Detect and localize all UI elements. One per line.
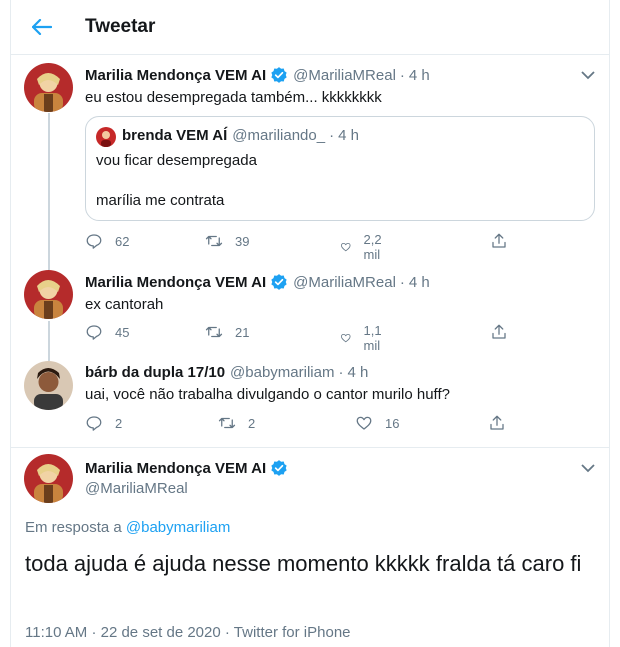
- retweet-count: 39: [235, 233, 250, 249]
- like-button[interactable]: 2,2 mil: [340, 232, 388, 262]
- author-handle[interactable]: @babymariliam: [230, 364, 334, 381]
- reply-button[interactable]: 45: [85, 323, 129, 341]
- chevron-down-icon[interactable]: [579, 459, 597, 477]
- tweet-text: ex cantorah: [85, 296, 164, 313]
- reply-count: 62: [115, 233, 130, 249]
- reply-prefix: Em resposta a: [25, 519, 126, 536]
- like-button[interactable]: 16: [355, 414, 399, 432]
- reply-icon: [86, 325, 102, 340]
- reply-icon: [86, 234, 102, 249]
- back-arrow-icon[interactable]: [29, 14, 55, 40]
- like-icon: [356, 416, 372, 430]
- avatar[interactable]: [24, 270, 73, 319]
- author-name[interactable]: Marilia Mendonça VEM AI: [85, 67, 266, 84]
- tweet-time[interactable]: 4 h: [409, 274, 430, 291]
- chevron-down-icon[interactable]: [579, 66, 597, 84]
- tweet-text: uai, você não trabalha divulgando o cant…: [85, 386, 450, 403]
- retweet-button[interactable]: 2: [218, 414, 255, 432]
- share-icon: [490, 415, 504, 430]
- author-handle[interactable]: @MariliaMReal: [293, 274, 396, 291]
- reply-button[interactable]: 62: [85, 232, 129, 250]
- divider: [11, 447, 609, 448]
- like-count: 1,1 mil: [363, 323, 382, 353]
- like-icon: [341, 242, 351, 252]
- like-count: 16: [385, 415, 400, 431]
- quoted-author-handle: @mariliando_: [232, 127, 326, 144]
- tweet-timestamp[interactable]: 11:10 AM: [25, 624, 87, 641]
- share-icon: [492, 324, 506, 339]
- author-name[interactable]: Marilia Mendonça VEM AI: [85, 460, 266, 477]
- quoted-tweet-time: 4 h: [338, 127, 359, 144]
- author-handle[interactable]: @MariliaMReal: [293, 67, 396, 84]
- reply-button[interactable]: 2: [85, 414, 122, 432]
- reply-to-link[interactable]: @babymariliam: [126, 519, 230, 536]
- retweet-count: 2: [248, 415, 256, 431]
- quoted-tweet[interactable]: brenda VEM AÍ @mariliando_ · 4 h vou fic…: [85, 116, 595, 221]
- avatar[interactable]: [24, 454, 73, 503]
- share-button[interactable]: [490, 232, 508, 250]
- page-title: Tweetar: [85, 16, 156, 37]
- reply-icon: [86, 416, 102, 431]
- author-name[interactable]: bárb da dupla 17/10: [85, 364, 225, 381]
- tweet-header: bárb da dupla 17/10 @babymariliam · 4 h: [85, 364, 369, 381]
- retweet-icon: [205, 326, 223, 338]
- tweet-time[interactable]: 4 h: [347, 364, 368, 381]
- verified-icon: [271, 274, 287, 290]
- avatar[interactable]: [24, 63, 73, 112]
- retweet-count: 21: [235, 324, 250, 340]
- like-icon: [341, 333, 351, 343]
- tweet-meta: 11:10 AM · 22 de set de 2020 · Twitter f…: [25, 624, 351, 641]
- tweet-date[interactable]: 22 de set de 2020: [101, 624, 221, 641]
- share-icon: [492, 233, 506, 248]
- like-button[interactable]: 1,1 mil: [340, 323, 388, 353]
- retweet-button[interactable]: 21: [205, 323, 249, 341]
- page-header: Tweetar: [11, 0, 609, 55]
- tweet-time[interactable]: 4 h: [409, 67, 430, 84]
- verified-icon: [271, 460, 287, 476]
- thread-line: [48, 113, 50, 270]
- share-button[interactable]: [488, 414, 506, 432]
- thread-line: [48, 321, 50, 361]
- tweet-text: eu estou desempregada também... kkkkkkkk: [85, 89, 382, 106]
- reply-context: Em resposta a @babymariliam: [25, 519, 230, 536]
- avatar[interactable]: [24, 361, 73, 410]
- retweet-icon: [205, 235, 223, 247]
- main-tweet-text: toda ajuda é ajuda nesse momento kkkkk f…: [25, 551, 582, 576]
- share-button[interactable]: [490, 323, 508, 341]
- author-name[interactable]: Marilia Mendonça VEM AI: [85, 274, 266, 291]
- quoted-tweet-header: brenda VEM AÍ @mariliando_ · 4 h: [122, 127, 359, 144]
- author-handle[interactable]: @MariliaMReal: [85, 479, 188, 499]
- tweet-header: Marilia Mendonça VEM AI @MariliaMReal · …: [85, 66, 430, 84]
- quoted-tweet-text-line: vou ficar desempregada: [96, 152, 257, 169]
- reply-count: 45: [115, 324, 130, 340]
- retweet-icon: [218, 417, 236, 429]
- like-count: 2,2 mil: [363, 232, 382, 262]
- reply-count: 2: [115, 415, 123, 431]
- main-tweet-header: Marilia Mendonça VEM AI: [85, 459, 288, 477]
- avatar: [96, 127, 116, 147]
- verified-icon: [271, 67, 287, 83]
- quoted-author-name: brenda VEM AÍ: [122, 127, 228, 144]
- quoted-tweet-text-line: marília me contrata: [96, 192, 225, 209]
- tweet-thread-page: Tweetar Marilia Mendonça VEM AI @Marilia…: [10, 0, 610, 647]
- tweet-header: Marilia Mendonça VEM AI @MariliaMReal · …: [85, 273, 430, 291]
- tweet-source[interactable]: Twitter for iPhone: [234, 624, 351, 641]
- retweet-button[interactable]: 39: [205, 232, 249, 250]
